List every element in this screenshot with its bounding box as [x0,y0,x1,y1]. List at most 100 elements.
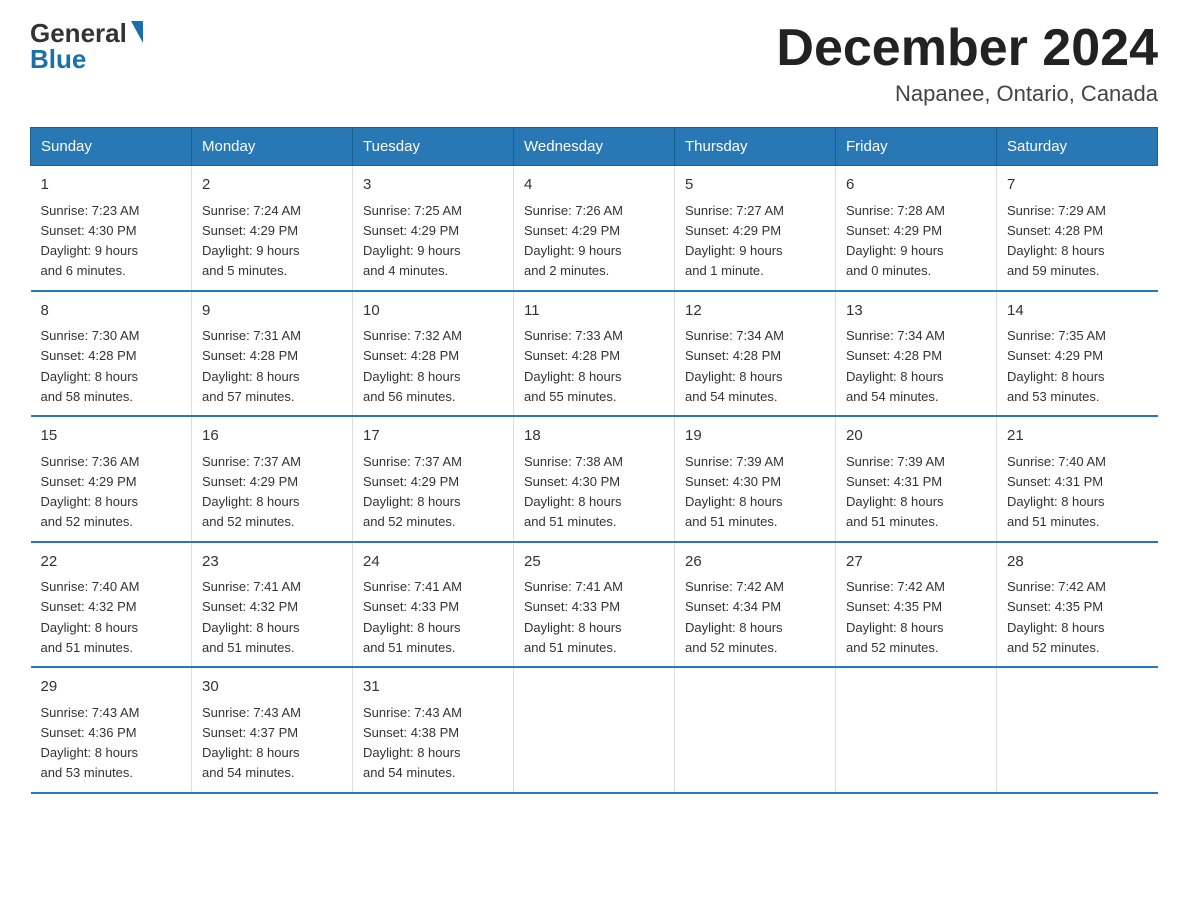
day-number: 18 [524,425,664,448]
calendar-cell: 26 Sunrise: 7:42 AMSunset: 4:34 PMDayligh… [675,542,836,668]
calendar-cell: 1 Sunrise: 7:23 AMSunset: 4:30 PMDaylight… [31,166,192,291]
day-info: Sunrise: 7:30 AMSunset: 4:28 PMDaylight:… [41,328,140,404]
day-info: Sunrise: 7:24 AMSunset: 4:29 PMDaylight:… [202,203,301,279]
day-info: Sunrise: 7:38 AMSunset: 4:30 PMDaylight:… [524,454,623,530]
day-info: Sunrise: 7:41 AMSunset: 4:33 PMDaylight:… [363,579,462,655]
header-day-sunday: Sunday [31,128,192,166]
calendar-cell: 6 Sunrise: 7:28 AMSunset: 4:29 PMDaylight… [836,166,997,291]
day-info: Sunrise: 7:35 AMSunset: 4:29 PMDaylight:… [1007,328,1106,404]
day-number: 19 [685,425,825,448]
header-day-monday: Monday [192,128,353,166]
calendar-cell: 3 Sunrise: 7:25 AMSunset: 4:29 PMDaylight… [353,166,514,291]
day-number: 2 [202,174,342,197]
calendar-cell: 31 Sunrise: 7:43 AMSunset: 4:38 PMDayligh… [353,667,514,793]
calendar-cell: 24 Sunrise: 7:41 AMSunset: 4:33 PMDayligh… [353,542,514,668]
month-year-title: December 2024 [776,20,1158,77]
day-number: 29 [41,676,182,699]
calendar-cell: 30 Sunrise: 7:43 AMSunset: 4:37 PMDayligh… [192,667,353,793]
day-number: 25 [524,551,664,574]
calendar-cell: 28Sunrise: 7:42 AMSunset: 4:35 PMDayligh… [997,542,1158,668]
calendar-cell: 15 Sunrise: 7:36 AMSunset: 4:29 PMDayligh… [31,416,192,542]
header-day-friday: Friday [836,128,997,166]
calendar-cell: 13Sunrise: 7:34 AMSunset: 4:28 PMDayligh… [836,291,997,417]
calendar-cell: 21 Sunrise: 7:40 AMSunset: 4:31 PMDayligh… [997,416,1158,542]
title-area: December 2024 Napanee, Ontario, Canada [776,20,1158,107]
header-row: SundayMondayTuesdayWednesdayThursdayFrid… [31,128,1158,166]
day-info: Sunrise: 7:32 AMSunset: 4:28 PMDaylight:… [363,328,462,404]
day-info: Sunrise: 7:26 AMSunset: 4:29 PMDaylight:… [524,203,623,279]
calendar-table: SundayMondayTuesdayWednesdayThursdayFrid… [30,127,1158,794]
day-info: Sunrise: 7:34 AMSunset: 4:28 PMDaylight:… [685,328,784,404]
logo-blue: Blue [30,46,86,72]
day-number: 11 [524,300,664,323]
day-number: 26 [685,551,825,574]
day-info: Sunrise: 7:41 AMSunset: 4:33 PMDaylight:… [524,579,623,655]
calendar-cell: 9Sunrise: 7:31 AMSunset: 4:28 PMDaylight… [192,291,353,417]
location-subtitle: Napanee, Ontario, Canada [776,81,1158,107]
day-number: 23 [202,551,342,574]
day-info: Sunrise: 7:40 AMSunset: 4:31 PMDaylight:… [1007,454,1106,530]
logo: General Blue [30,20,143,72]
day-number: 15 [41,425,182,448]
calendar-cell [836,667,997,793]
calendar-cell: 2 Sunrise: 7:24 AMSunset: 4:29 PMDaylight… [192,166,353,291]
calendar-cell: 25 Sunrise: 7:41 AMSunset: 4:33 PMDayligh… [514,542,675,668]
calendar-cell: 22Sunrise: 7:40 AMSunset: 4:32 PMDayligh… [31,542,192,668]
calendar-cell: 17Sunrise: 7:37 AMSunset: 4:29 PMDayligh… [353,416,514,542]
day-number: 30 [202,676,342,699]
day-info: Sunrise: 7:42 AMSunset: 4:35 PMDaylight:… [846,579,945,655]
calendar-cell: 11 Sunrise: 7:33 AMSunset: 4:28 PMDayligh… [514,291,675,417]
calendar-cell: 12 Sunrise: 7:34 AMSunset: 4:28 PMDayligh… [675,291,836,417]
day-number: 10 [363,300,503,323]
day-info: Sunrise: 7:43 AMSunset: 4:36 PMDaylight:… [41,705,140,781]
day-info: Sunrise: 7:29 AMSunset: 4:28 PMDaylight:… [1007,203,1106,279]
header-day-wednesday: Wednesday [514,128,675,166]
calendar-cell [675,667,836,793]
calendar-cell: 8 Sunrise: 7:30 AMSunset: 4:28 PMDaylight… [31,291,192,417]
day-info: Sunrise: 7:39 AMSunset: 4:31 PMDaylight:… [846,454,945,530]
calendar-cell: 14 Sunrise: 7:35 AMSunset: 4:29 PMDayligh… [997,291,1158,417]
page-header: General Blue December 2024 Napanee, Onta… [30,20,1158,107]
calendar-cell: 18 Sunrise: 7:38 AMSunset: 4:30 PMDayligh… [514,416,675,542]
calendar-cell: 4 Sunrise: 7:26 AMSunset: 4:29 PMDaylight… [514,166,675,291]
calendar-cell: 20 Sunrise: 7:39 AMSunset: 4:31 PMDayligh… [836,416,997,542]
day-number: 17 [363,425,503,448]
day-number: 14 [1007,300,1148,323]
day-info: Sunrise: 7:23 AMSunset: 4:30 PMDaylight:… [41,203,140,279]
day-info: Sunrise: 7:41 AMSunset: 4:32 PMDaylight:… [202,579,301,655]
logo-triangle-icon [131,21,143,43]
day-number: 20 [846,425,986,448]
day-number: 4 [524,174,664,197]
day-info: Sunrise: 7:43 AMSunset: 4:37 PMDaylight:… [202,705,301,781]
day-number: 6 [846,174,986,197]
day-number: 27 [846,551,986,574]
calendar-cell: 7Sunrise: 7:29 AMSunset: 4:28 PMDaylight… [997,166,1158,291]
day-number: 24 [363,551,503,574]
day-number: 21 [1007,425,1148,448]
header-day-thursday: Thursday [675,128,836,166]
day-number: 5 [685,174,825,197]
day-number: 8 [41,300,182,323]
week-row-4: 22Sunrise: 7:40 AMSunset: 4:32 PMDayligh… [31,542,1158,668]
calendar-cell [997,667,1158,793]
day-info: Sunrise: 7:42 AMSunset: 4:34 PMDaylight:… [685,579,784,655]
calendar-header: SundayMondayTuesdayWednesdayThursdayFrid… [31,128,1158,166]
day-number: 28 [1007,551,1148,574]
week-row-3: 15 Sunrise: 7:36 AMSunset: 4:29 PMDayligh… [31,416,1158,542]
day-info: Sunrise: 7:28 AMSunset: 4:29 PMDaylight:… [846,203,945,279]
day-number: 1 [41,174,182,197]
day-info: Sunrise: 7:37 AMSunset: 4:29 PMDaylight:… [202,454,301,530]
calendar-cell [514,667,675,793]
day-info: Sunrise: 7:36 AMSunset: 4:29 PMDaylight:… [41,454,140,530]
day-info: Sunrise: 7:40 AMSunset: 4:32 PMDaylight:… [41,579,140,655]
day-info: Sunrise: 7:25 AMSunset: 4:29 PMDaylight:… [363,203,462,279]
day-number: 31 [363,676,503,699]
day-info: Sunrise: 7:39 AMSunset: 4:30 PMDaylight:… [685,454,784,530]
calendar-cell: 16Sunrise: 7:37 AMSunset: 4:29 PMDayligh… [192,416,353,542]
day-number: 9 [202,300,342,323]
day-info: Sunrise: 7:43 AMSunset: 4:38 PMDaylight:… [363,705,462,781]
day-number: 12 [685,300,825,323]
day-number: 3 [363,174,503,197]
day-info: Sunrise: 7:33 AMSunset: 4:28 PMDaylight:… [524,328,623,404]
header-day-saturday: Saturday [997,128,1158,166]
